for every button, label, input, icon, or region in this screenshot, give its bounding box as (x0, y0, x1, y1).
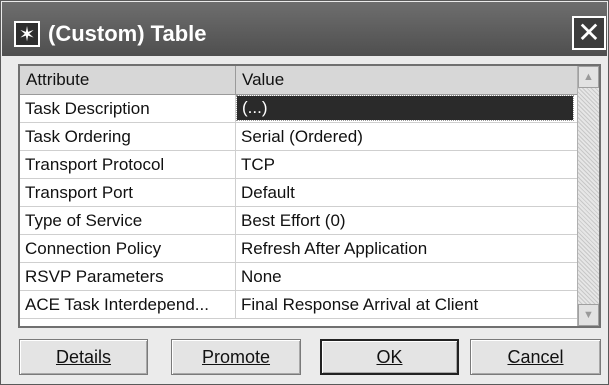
table-row[interactable]: Transport Port Default (20, 179, 577, 207)
column-header-attribute[interactable]: Attribute (20, 66, 236, 94)
value-cell[interactable]: Final Response Arrival at Client (236, 291, 577, 318)
asterisk-icon: ✶ (14, 21, 40, 47)
dialog-window: ✶ (Custom) Table ✕ Attribute Value Task … (0, 0, 609, 385)
table-row[interactable]: RSVP Parameters None (20, 263, 577, 291)
attribute-cell[interactable]: ACE Task Interdepend... (20, 291, 236, 318)
attribute-cell[interactable]: RSVP Parameters (20, 263, 236, 290)
value-cell[interactable]: Default (236, 179, 577, 206)
table-row[interactable]: Connection Policy Refresh After Applicat… (20, 235, 577, 263)
vertical-scrollbar[interactable]: ▲ ▼ (577, 66, 599, 326)
scroll-down-icon[interactable]: ▼ (578, 304, 599, 326)
attribute-cell[interactable]: Connection Policy (20, 235, 236, 262)
attribute-cell[interactable]: Transport Port (20, 179, 236, 206)
close-button[interactable]: ✕ (572, 16, 606, 50)
promote-button[interactable]: Promote (171, 339, 301, 375)
cancel-button[interactable]: Cancel (470, 339, 601, 375)
table-row[interactable]: ACE Task Interdepend... Final Response A… (20, 291, 577, 319)
attribute-cell[interactable]: Transport Protocol (20, 151, 236, 178)
table-row[interactable]: Type of Service Best Effort (0) (20, 207, 577, 235)
window-title: (Custom) Table (48, 21, 207, 46)
table-body: Task Description (...) Task Ordering Ser… (20, 95, 577, 326)
attribute-cell[interactable]: Task Ordering (20, 123, 236, 150)
table-row[interactable]: Task Description (...) (20, 95, 577, 123)
value-cell[interactable]: Refresh After Application (236, 235, 577, 262)
ok-button[interactable]: OK (320, 339, 459, 375)
value-cell[interactable]: Best Effort (0) (236, 207, 577, 234)
value-cell[interactable]: (...) (236, 95, 574, 121)
scroll-up-icon[interactable]: ▲ (578, 66, 599, 88)
details-button[interactable]: Details (19, 339, 148, 375)
value-cell[interactable]: None (236, 263, 577, 290)
table-header: Attribute Value (20, 66, 577, 95)
title-bar[interactable]: ✶ (Custom) Table ✕ (2, 2, 607, 56)
value-cell[interactable]: TCP (236, 151, 577, 178)
table-row[interactable]: Task Ordering Serial (Ordered) (20, 123, 577, 151)
column-header-value[interactable]: Value (236, 66, 577, 94)
attribute-table: Attribute Value Task Description (...) T… (18, 64, 601, 328)
attribute-cell[interactable]: Task Description (20, 95, 236, 122)
value-cell[interactable]: Serial (Ordered) (236, 123, 577, 150)
attribute-cell[interactable]: Type of Service (20, 207, 236, 234)
table-row[interactable]: Transport Protocol TCP (20, 151, 577, 179)
